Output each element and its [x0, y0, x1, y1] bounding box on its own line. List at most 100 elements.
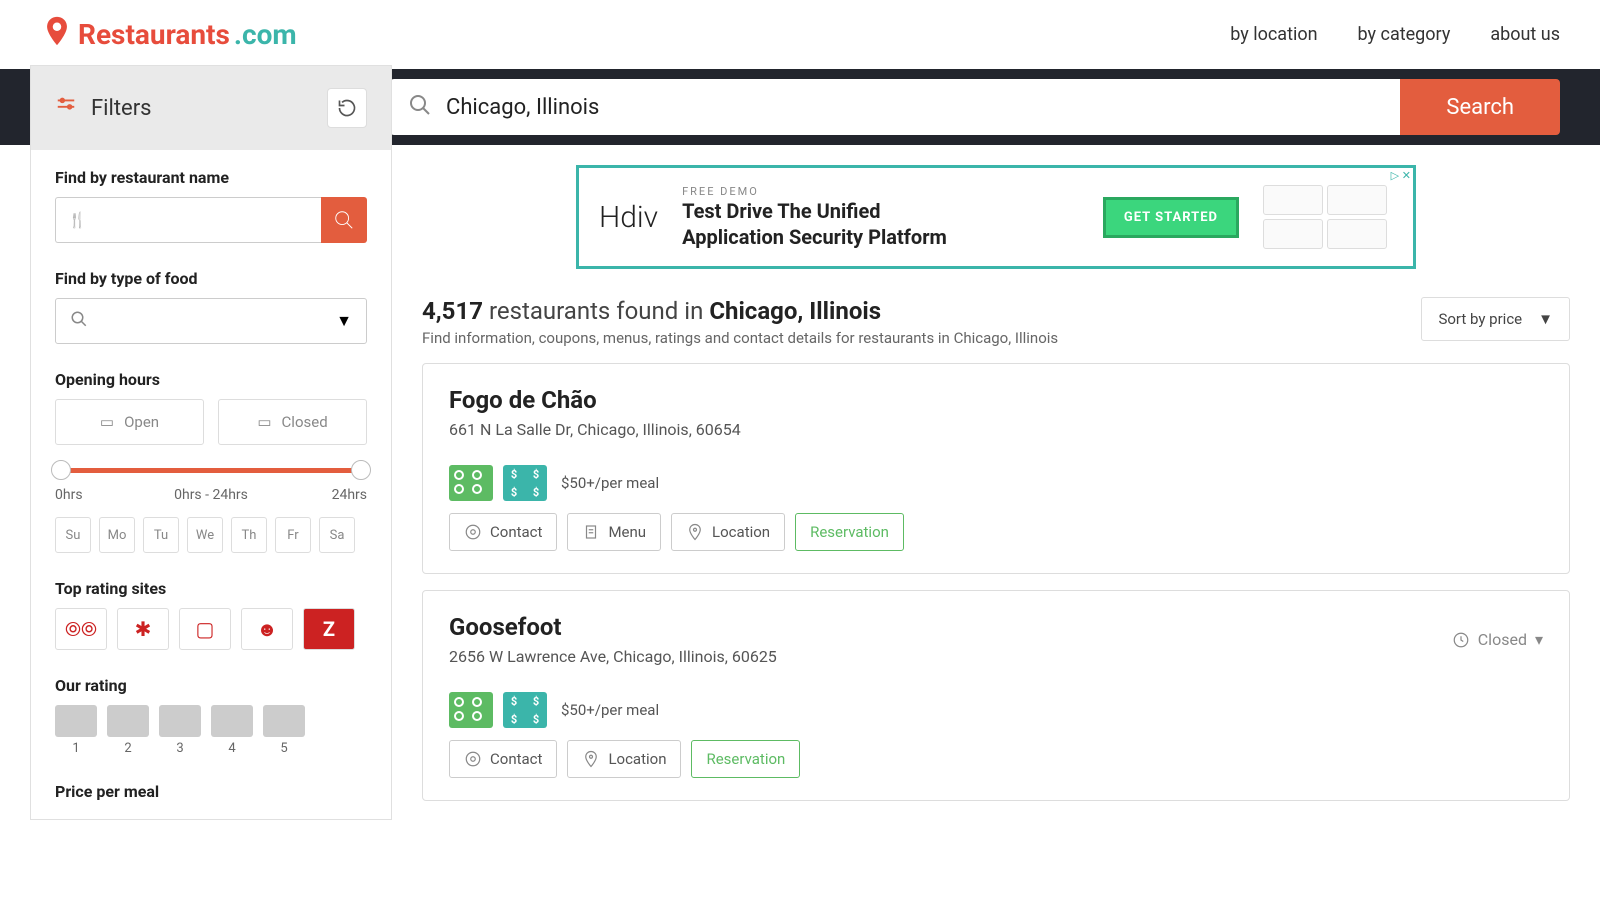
hours-slider[interactable]	[61, 463, 361, 477]
closed-sign-icon: ▭	[257, 413, 271, 431]
caret-down-icon: ▼	[1538, 310, 1553, 328]
slider-max-label: 24hrs	[332, 487, 367, 503]
price-badge: $$$$	[503, 465, 547, 501]
at-icon	[464, 750, 482, 768]
pin-icon	[686, 523, 704, 541]
search-icon	[333, 209, 355, 231]
foursquare-icon[interactable]: ▢	[179, 608, 231, 650]
top-nav: by location by category about us	[1230, 24, 1560, 45]
day-mo[interactable]: Mo	[99, 517, 135, 553]
ad-headline-2: Application Security Platform	[682, 224, 1079, 250]
ad-cta-button[interactable]: GET STARTED	[1103, 197, 1239, 238]
reset-filters-button[interactable]	[327, 88, 367, 128]
open-filter-button[interactable]: ▭Open	[55, 399, 204, 445]
restaurant-name-input[interactable]	[55, 197, 321, 243]
restaurant-address: 2656 W Lawrence Ave, Chicago, Illinois, …	[449, 647, 777, 666]
caret-down-icon: ▼	[336, 311, 352, 331]
price-badge: $$$$	[503, 692, 547, 728]
clock-icon	[1452, 631, 1470, 649]
day-tu[interactable]: Tu	[143, 517, 179, 553]
rating-5-button[interactable]	[263, 705, 305, 737]
day-sa[interactable]: Sa	[319, 517, 355, 553]
search-icon	[408, 93, 432, 121]
restaurant-card: Fogo de Chão 661 N La Salle Dr, Chicago,…	[422, 363, 1570, 574]
tripadvisor-rating-badge	[449, 465, 493, 501]
filters-header: Filters	[31, 66, 391, 150]
ad-choices-icon[interactable]: ▷ ✕	[1389, 168, 1413, 183]
rating-2-button[interactable]	[107, 705, 149, 737]
location-search-input[interactable]	[446, 95, 1382, 120]
logo-text-main: Restaurants	[78, 18, 230, 51]
ad-brand: Hdiv	[599, 200, 658, 235]
day-fr[interactable]: Fr	[275, 517, 311, 553]
zomato-icon[interactable]: Z	[303, 608, 355, 650]
search-button[interactable]: Search	[1400, 79, 1560, 135]
ad-banner[interactable]: ▷ ✕ Hdiv FREE DEMO Test Drive The Unifie…	[576, 165, 1416, 269]
at-icon	[464, 523, 482, 541]
slider-handle-max[interactable]	[351, 460, 371, 480]
open-sign-icon: ▭	[100, 413, 114, 431]
food-type-select[interactable]: ▼	[55, 298, 367, 344]
closed-filter-button[interactable]: ▭Closed	[218, 399, 367, 445]
location-button[interactable]: Location	[671, 513, 785, 551]
tripadvisor-icon[interactable]: ⦾⦾	[55, 608, 107, 650]
contact-button[interactable]: Contact	[449, 740, 557, 778]
price-text: $50+/per meal	[561, 474, 659, 492]
rating-1-button[interactable]	[55, 705, 97, 737]
price-text: $50+/per meal	[561, 701, 659, 719]
ad-headline-1: Test Drive The Unified	[682, 198, 1079, 224]
open-status[interactable]: Closed ▾	[1452, 613, 1543, 666]
menu-icon	[582, 523, 600, 541]
day-su[interactable]: Su	[55, 517, 91, 553]
slider-handle-min[interactable]	[51, 460, 71, 480]
contact-button[interactable]: Contact	[449, 513, 557, 551]
price-filter-label: Price per meal	[55, 782, 367, 801]
restaurant-name[interactable]: Goosefoot	[449, 613, 777, 641]
pin-icon	[582, 750, 600, 768]
slider-range-label: 0hrs - 24hrs	[174, 487, 248, 503]
menu-button[interactable]: Menu	[567, 513, 661, 551]
ad-illustration	[1263, 185, 1393, 249]
refresh-icon	[337, 98, 357, 118]
restaurant-address: 661 N La Salle Dr, Chicago, Illinois, 60…	[449, 420, 741, 439]
name-filter-label: Find by restaurant name	[55, 168, 367, 187]
michelin-icon[interactable]: ☻	[241, 608, 293, 650]
results-area: ▷ ✕ Hdiv FREE DEMO Test Drive The Unifie…	[392, 145, 1600, 900]
sites-filter-label: Top rating sites	[55, 579, 367, 598]
sliders-icon	[55, 94, 77, 122]
yelp-icon[interactable]: ✱	[117, 608, 169, 650]
caret-down-icon: ▾	[1535, 630, 1543, 649]
ad-subheading: FREE DEMO	[682, 185, 1079, 198]
nav-about-us[interactable]: about us	[1490, 24, 1560, 45]
rating-4-button[interactable]	[211, 705, 253, 737]
search-input-wrap	[390, 79, 1400, 135]
filters-title: Filters	[91, 96, 152, 121]
reservation-button[interactable]: Reservation	[795, 513, 904, 551]
results-count-heading: 4,517 restaurants found in Chicago, Illi…	[422, 297, 1058, 325]
hours-filter-label: Opening hours	[55, 370, 367, 389]
restaurant-name[interactable]: Fogo de Chão	[449, 386, 741, 414]
nav-by-location[interactable]: by location	[1230, 24, 1317, 45]
logo-text-suffix: .com	[234, 18, 297, 51]
our-rating-label: Our rating	[55, 676, 367, 695]
day-we[interactable]: We	[187, 517, 223, 553]
day-th[interactable]: Th	[231, 517, 267, 553]
location-button[interactable]: Location	[567, 740, 681, 778]
day-picker: Su Mo Tu We Th Fr Sa	[55, 517, 367, 553]
map-pin-icon	[40, 12, 74, 57]
slider-min-label: 0hrs	[55, 487, 83, 503]
reservation-button[interactable]: Reservation	[691, 740, 800, 778]
tripadvisor-rating-badge	[449, 692, 493, 728]
nav-by-category[interactable]: by category	[1358, 24, 1451, 45]
restaurant-card: Goosefoot 2656 W Lawrence Ave, Chicago, …	[422, 590, 1570, 801]
rating-3-button[interactable]	[159, 705, 201, 737]
slider-track	[61, 468, 361, 473]
logo[interactable]: Restaurants.com	[40, 12, 297, 57]
type-filter-label: Find by type of food	[55, 269, 367, 288]
name-search-button[interactable]	[321, 197, 367, 243]
searchbar: Search	[390, 79, 1560, 135]
filters-sidebar: Filters Find by restaurant name Find by …	[30, 65, 392, 820]
search-icon	[70, 310, 88, 332]
sort-dropdown[interactable]: Sort by price▼	[1421, 297, 1570, 341]
header: Restaurants.com by location by category …	[0, 0, 1600, 69]
